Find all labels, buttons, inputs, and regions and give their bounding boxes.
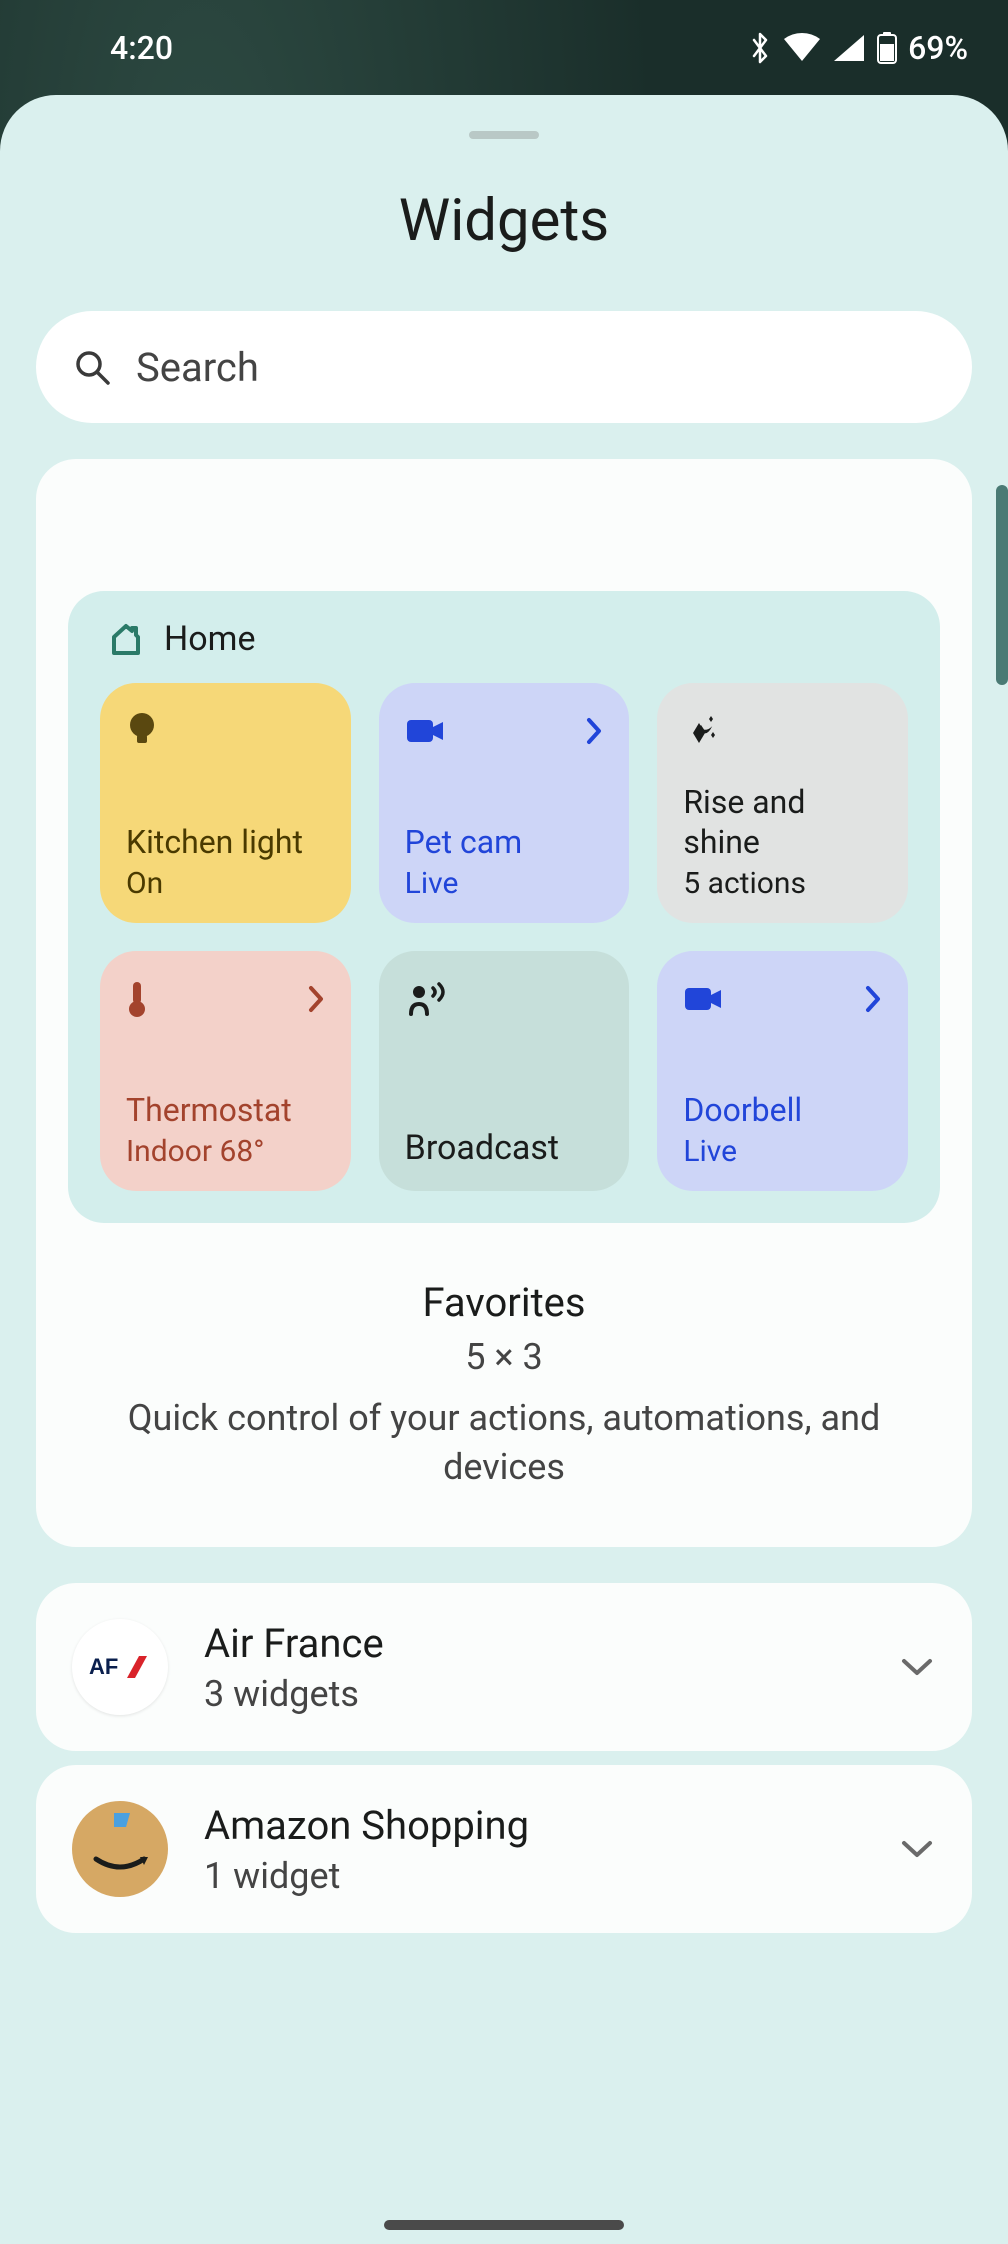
app-name: Air France <box>204 1620 862 1667</box>
tile-subtitle: 5 actions <box>683 866 882 901</box>
signal-icon <box>832 33 866 63</box>
chevron-right-icon <box>585 716 603 746</box>
app-row-amazon-shopping[interactable]: Amazon Shopping 1 widget <box>36 1765 972 1933</box>
home-icon <box>108 621 144 657</box>
sparkle-icon <box>683 711 723 751</box>
home-widget-header: Home <box>100 619 908 659</box>
search-icon <box>72 347 112 387</box>
tile-title: Pet cam <box>405 822 604 862</box>
tile-subtitle: Live <box>683 1134 882 1169</box>
camera-icon <box>683 984 725 1014</box>
status-time: 4:20 <box>40 29 173 67</box>
home-widget-label: Home <box>164 619 256 659</box>
app-icon-air-france: AF <box>72 1619 168 1715</box>
tile-title: Kitchen light <box>126 822 325 862</box>
tile-title: Broadcast <box>405 1127 604 1170</box>
widget-description: Quick control of your actions, automatio… <box>68 1394 940 1491</box>
tile-title: Doorbell <box>683 1090 882 1130</box>
tile-subtitle: On <box>126 866 325 901</box>
chevron-right-icon <box>307 984 325 1014</box>
camera-icon <box>405 716 447 746</box>
widget-name: Favorites <box>68 1279 940 1326</box>
lightbulb-icon <box>126 711 158 751</box>
scroll-indicator[interactable] <box>996 485 1008 685</box>
widget-meta: Favorites 5 × 3 Quick control of your ac… <box>68 1279 940 1491</box>
tile-rise-shine: Rise and shine 5 actions <box>657 683 908 923</box>
svg-text:AF: AF <box>89 1654 118 1679</box>
battery-icon <box>876 31 898 65</box>
app-icon-amazon <box>72 1801 168 1897</box>
app-row-air-france[interactable]: AF Air France 3 widgets <box>36 1583 972 1751</box>
tile-broadcast: Broadcast <box>379 951 630 1191</box>
chevron-down-icon <box>898 1655 936 1679</box>
widget-size: 5 × 3 <box>68 1336 940 1378</box>
tile-pet-cam: Pet cam Live <box>379 683 630 923</box>
tile-doorbell: Doorbell Live <box>657 951 908 1191</box>
status-icons: 69% <box>748 29 968 67</box>
widgets-sheet[interactable]: Widgets Search Home Kitchen light On <box>0 95 1008 2244</box>
tile-subtitle: Live <box>405 866 604 901</box>
app-name: Amazon Shopping <box>204 1802 862 1849</box>
status-bar: 4:20 69% <box>0 0 1008 95</box>
chevron-right-icon <box>864 984 882 1014</box>
thermometer-icon <box>126 979 148 1019</box>
bluetooth-icon <box>748 31 772 65</box>
tile-title: Rise and shine <box>683 782 882 862</box>
chevron-down-icon <box>898 1837 936 1861</box>
tile-subtitle: Indoor 68° <box>126 1134 325 1169</box>
app-widget-count: 1 widget <box>204 1855 862 1897</box>
app-widget-count: 3 widgets <box>204 1673 862 1715</box>
tile-kitchen-light: Kitchen light On <box>100 683 351 923</box>
search-input[interactable]: Search <box>36 311 972 423</box>
wifi-icon <box>782 33 822 63</box>
navigation-handle[interactable] <box>384 2220 624 2230</box>
widget-preview-card[interactable]: Home Kitchen light On <box>36 459 972 1547</box>
home-widget-preview: Home Kitchen light On <box>68 591 940 1223</box>
battery-text: 69% <box>908 29 968 67</box>
tile-title: Thermostat <box>126 1090 325 1130</box>
sheet-grabber[interactable] <box>469 131 539 139</box>
tile-thermostat: Thermostat Indoor 68° <box>100 951 351 1191</box>
search-placeholder: Search <box>136 344 259 391</box>
broadcast-icon <box>405 980 449 1018</box>
page-title: Widgets <box>36 187 972 255</box>
